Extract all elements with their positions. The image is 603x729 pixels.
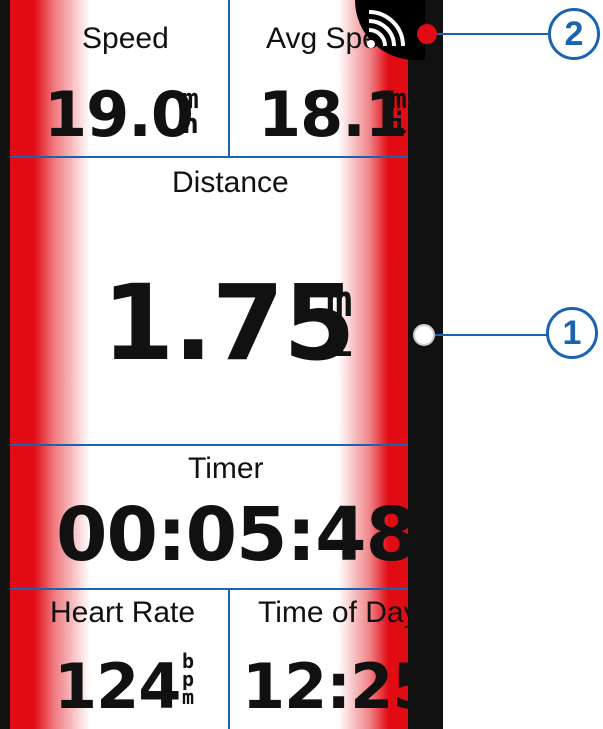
avg-speed-value: 18.1 bbox=[258, 78, 408, 151]
distance-unit: mi bbox=[326, 276, 353, 367]
timer-value: 00:05:48 bbox=[56, 492, 408, 578]
divider-bottom-vertical bbox=[228, 588, 230, 729]
speed-label: Speed bbox=[82, 22, 169, 55]
device-frame: Speed 19.0 mh Avg Speed 18.1 mi Distance… bbox=[0, 0, 443, 729]
heart-rate-label: Heart Rate bbox=[50, 596, 196, 629]
heart-rate-value: 124 bbox=[54, 650, 181, 723]
heart-rate-unit: bpm bbox=[182, 649, 195, 709]
callout-one-line bbox=[435, 334, 547, 336]
distance-value: 1.75 bbox=[102, 262, 356, 384]
avg-speed-unit: mi bbox=[390, 82, 407, 141]
callout-two: 2 bbox=[548, 8, 600, 60]
speed-unit: mh bbox=[182, 82, 199, 141]
time-of-day-label: Time of Day bbox=[258, 596, 408, 629]
callout-two-line bbox=[437, 33, 549, 35]
time-of-day-value: 12:25 bbox=[242, 650, 408, 723]
divider-row3 bbox=[10, 588, 408, 590]
divider-row1 bbox=[10, 156, 408, 158]
divider-top-vertical bbox=[228, 0, 230, 156]
device-screen: Speed 19.0 mh Avg Speed 18.1 mi Distance… bbox=[10, 0, 408, 729]
status-corner bbox=[355, 0, 425, 60]
timer-label: Timer bbox=[188, 452, 264, 485]
speed-value: 19.0 bbox=[44, 78, 194, 151]
wifi-signal-icon bbox=[367, 10, 405, 48]
divider-row2 bbox=[10, 444, 408, 446]
status-dot-icon bbox=[417, 24, 437, 44]
distance-label: Distance bbox=[172, 166, 289, 199]
ambient-light-sensor-icon bbox=[413, 324, 435, 346]
callout-one: 1 bbox=[546, 307, 598, 359]
